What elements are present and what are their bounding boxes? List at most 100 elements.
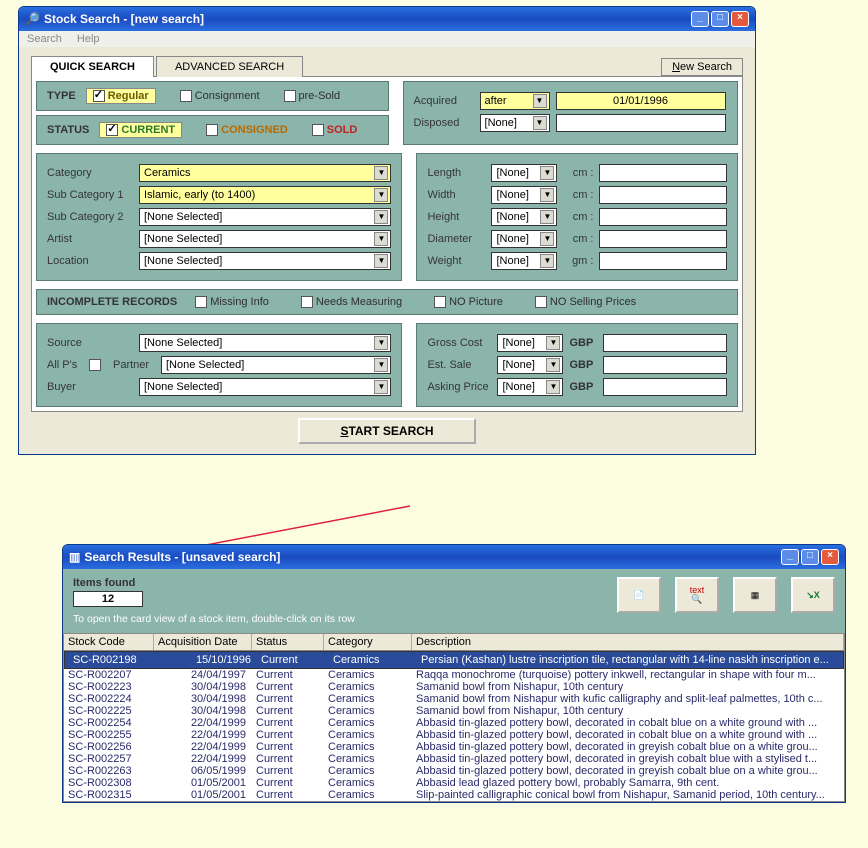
new-search-label: ew Search bbox=[680, 61, 732, 73]
chevron-down-icon: ▼ bbox=[374, 210, 388, 224]
results-minimize-button[interactable]: _ bbox=[781, 549, 799, 565]
status-sold-checkbox[interactable]: SOLD bbox=[312, 124, 358, 136]
width-label: Width bbox=[427, 189, 485, 201]
table-row[interactable]: SC-R00225622/04/1999CurrentCeramicsAbbas… bbox=[64, 741, 844, 753]
subcat1-label: Sub Category 1 bbox=[47, 189, 133, 201]
missing-info-checkbox[interactable]: Missing Info bbox=[195, 296, 269, 308]
no-selling-prices-checkbox[interactable]: NO Selling Prices bbox=[535, 296, 636, 308]
source-select[interactable]: [None Selected]▼ bbox=[139, 334, 391, 352]
table-row[interactable]: SC-R00222430/04/1998CurrentCeramicsSaman… bbox=[64, 693, 844, 705]
estsale-input[interactable] bbox=[603, 356, 727, 374]
titlebar[interactable]: 🔎 Stock Search - [new search] _ □ × bbox=[19, 7, 755, 31]
weight-op-select[interactable]: [None]▼ bbox=[491, 252, 557, 270]
weight-input[interactable] bbox=[599, 252, 727, 270]
checkbox-icon bbox=[301, 296, 313, 308]
type-regular-checkbox[interactable]: Regular bbox=[86, 88, 156, 104]
table-row[interactable]: SC-R00230801/05/2001CurrentCeramicsAbbas… bbox=[64, 777, 844, 789]
table-row[interactable]: SC-R00222330/04/1998CurrentCeramicsSaman… bbox=[64, 681, 844, 693]
chevron-down-icon: ▼ bbox=[374, 254, 388, 268]
needs-measuring-checkbox[interactable]: Needs Measuring bbox=[301, 296, 402, 308]
askingprice-input[interactable] bbox=[603, 378, 727, 396]
table-row[interactable]: SC-R00225722/04/1999CurrentCeramicsAbbas… bbox=[64, 753, 844, 765]
chevron-down-icon: ▼ bbox=[540, 254, 554, 268]
results-titlebar[interactable]: ▥ Search Results - [unsaved search] _ □ … bbox=[63, 545, 845, 569]
export-excel-button[interactable]: ↘X bbox=[791, 577, 835, 613]
grid-header: Stock Code Acquisition Date Status Categ… bbox=[64, 634, 844, 651]
start-search-button[interactable]: START SEARCH bbox=[298, 418, 475, 444]
grid-view-button[interactable]: ▦ bbox=[733, 577, 777, 613]
diameter-input[interactable] bbox=[599, 230, 727, 248]
maximize-button[interactable]: □ bbox=[711, 11, 729, 27]
category-select[interactable]: Ceramics▼ bbox=[139, 164, 391, 182]
subcat2-select[interactable]: [None Selected]▼ bbox=[139, 208, 391, 226]
tab-advanced-search[interactable]: ADVANCED SEARCH bbox=[156, 56, 303, 77]
results-maximize-button[interactable]: □ bbox=[801, 549, 819, 565]
menu-help[interactable]: Help bbox=[77, 33, 100, 45]
text-search-icon: text🔍 bbox=[690, 586, 705, 604]
items-found-label: Items found bbox=[73, 577, 355, 589]
disposed-label: Disposed bbox=[414, 117, 474, 129]
hint-text: To open the card view of a stock item, d… bbox=[73, 613, 355, 625]
table-row[interactable]: SC-R00219815/10/1996CurrentCeramicsPersi… bbox=[64, 651, 844, 669]
grosscost-input[interactable] bbox=[603, 334, 727, 352]
new-search-button[interactable]: New Search bbox=[661, 58, 743, 76]
table-row[interactable]: SC-R00222530/04/1998CurrentCeramicsSaman… bbox=[64, 705, 844, 717]
height-op-select[interactable]: [None]▼ bbox=[491, 208, 557, 226]
subcat1-select[interactable]: Islamic, early (to 1400)▼ bbox=[139, 186, 391, 204]
length-input[interactable] bbox=[599, 164, 727, 182]
tab-quick-search[interactable]: QUICK SEARCH bbox=[31, 56, 154, 77]
no-picture-checkbox[interactable]: NO Picture bbox=[434, 296, 503, 308]
table-row[interactable]: SC-R00220724/04/1997CurrentCeramicsRaqqa… bbox=[64, 669, 844, 681]
width-input[interactable] bbox=[599, 186, 727, 204]
incomplete-label: INCOMPLETE RECORDS bbox=[47, 296, 177, 308]
type-presold-checkbox[interactable]: pre-Sold bbox=[284, 90, 341, 102]
chevron-down-icon: ▼ bbox=[374, 380, 388, 394]
status-consigned-checkbox[interactable]: CONSIGNED bbox=[206, 124, 288, 136]
artist-select[interactable]: [None Selected]▼ bbox=[139, 230, 391, 248]
results-icon: ▥ bbox=[69, 550, 80, 564]
print-button[interactable]: 📄 bbox=[617, 577, 661, 613]
chevron-down-icon: ▼ bbox=[374, 232, 388, 246]
table-row[interactable]: SC-R00226306/05/1999CurrentCeramicsAbbas… bbox=[64, 765, 844, 777]
col-acq-date[interactable]: Acquisition Date bbox=[154, 634, 252, 650]
partner-select[interactable]: [None Selected]▼ bbox=[161, 356, 391, 374]
table-row[interactable]: SC-R00231501/05/2001CurrentCeramicsSlip-… bbox=[64, 789, 844, 801]
acquired-operator-select[interactable]: after▼ bbox=[480, 92, 550, 110]
estsale-op-select[interactable]: [None]▼ bbox=[497, 356, 563, 374]
buyer-select[interactable]: [None Selected]▼ bbox=[139, 378, 391, 396]
width-op-select[interactable]: [None]▼ bbox=[491, 186, 557, 204]
disposed-operator-select[interactable]: [None]▼ bbox=[480, 114, 550, 132]
length-op-select[interactable]: [None]▼ bbox=[491, 164, 557, 182]
menubar: Search Help bbox=[19, 31, 755, 47]
chevron-down-icon: ▼ bbox=[374, 188, 388, 202]
checkbox-icon bbox=[106, 124, 118, 136]
acquired-date-input[interactable]: 01/01/1996 bbox=[556, 92, 726, 110]
askingprice-op-select[interactable]: [None]▼ bbox=[497, 378, 563, 396]
col-category[interactable]: Category bbox=[324, 634, 412, 650]
checkbox-icon bbox=[434, 296, 446, 308]
chevron-down-icon: ▼ bbox=[540, 232, 554, 246]
results-close-button[interactable]: × bbox=[821, 549, 839, 565]
grosscost-op-select[interactable]: [None]▼ bbox=[497, 334, 563, 352]
table-row[interactable]: SC-R00225422/04/1999CurrentCeramicsAbbas… bbox=[64, 717, 844, 729]
col-status[interactable]: Status bbox=[252, 634, 324, 650]
allps-checkbox[interactable] bbox=[89, 359, 101, 371]
text-search-button[interactable]: text🔍 bbox=[675, 577, 719, 613]
location-select[interactable]: [None Selected]▼ bbox=[139, 252, 391, 270]
close-button[interactable]: × bbox=[731, 11, 749, 27]
menu-search[interactable]: Search bbox=[27, 33, 62, 45]
disposed-date-input[interactable] bbox=[556, 114, 726, 132]
chevron-down-icon: ▼ bbox=[540, 210, 554, 224]
height-label: Height bbox=[427, 211, 485, 223]
col-stock-code[interactable]: Stock Code bbox=[64, 634, 154, 650]
height-input[interactable] bbox=[599, 208, 727, 226]
table-row[interactable]: SC-R00225522/04/1999CurrentCeramicsAbbas… bbox=[64, 729, 844, 741]
diameter-op-select[interactable]: [None]▼ bbox=[491, 230, 557, 248]
status-current-checkbox[interactable]: CURRENT bbox=[99, 122, 182, 138]
col-description[interactable]: Description bbox=[412, 634, 844, 650]
type-consignment-checkbox[interactable]: Consignment bbox=[180, 90, 260, 102]
partner-label: Partner bbox=[113, 359, 155, 371]
minimize-button[interactable]: _ bbox=[691, 11, 709, 27]
buyer-label: Buyer bbox=[47, 381, 133, 393]
chevron-down-icon: ▼ bbox=[533, 116, 547, 130]
